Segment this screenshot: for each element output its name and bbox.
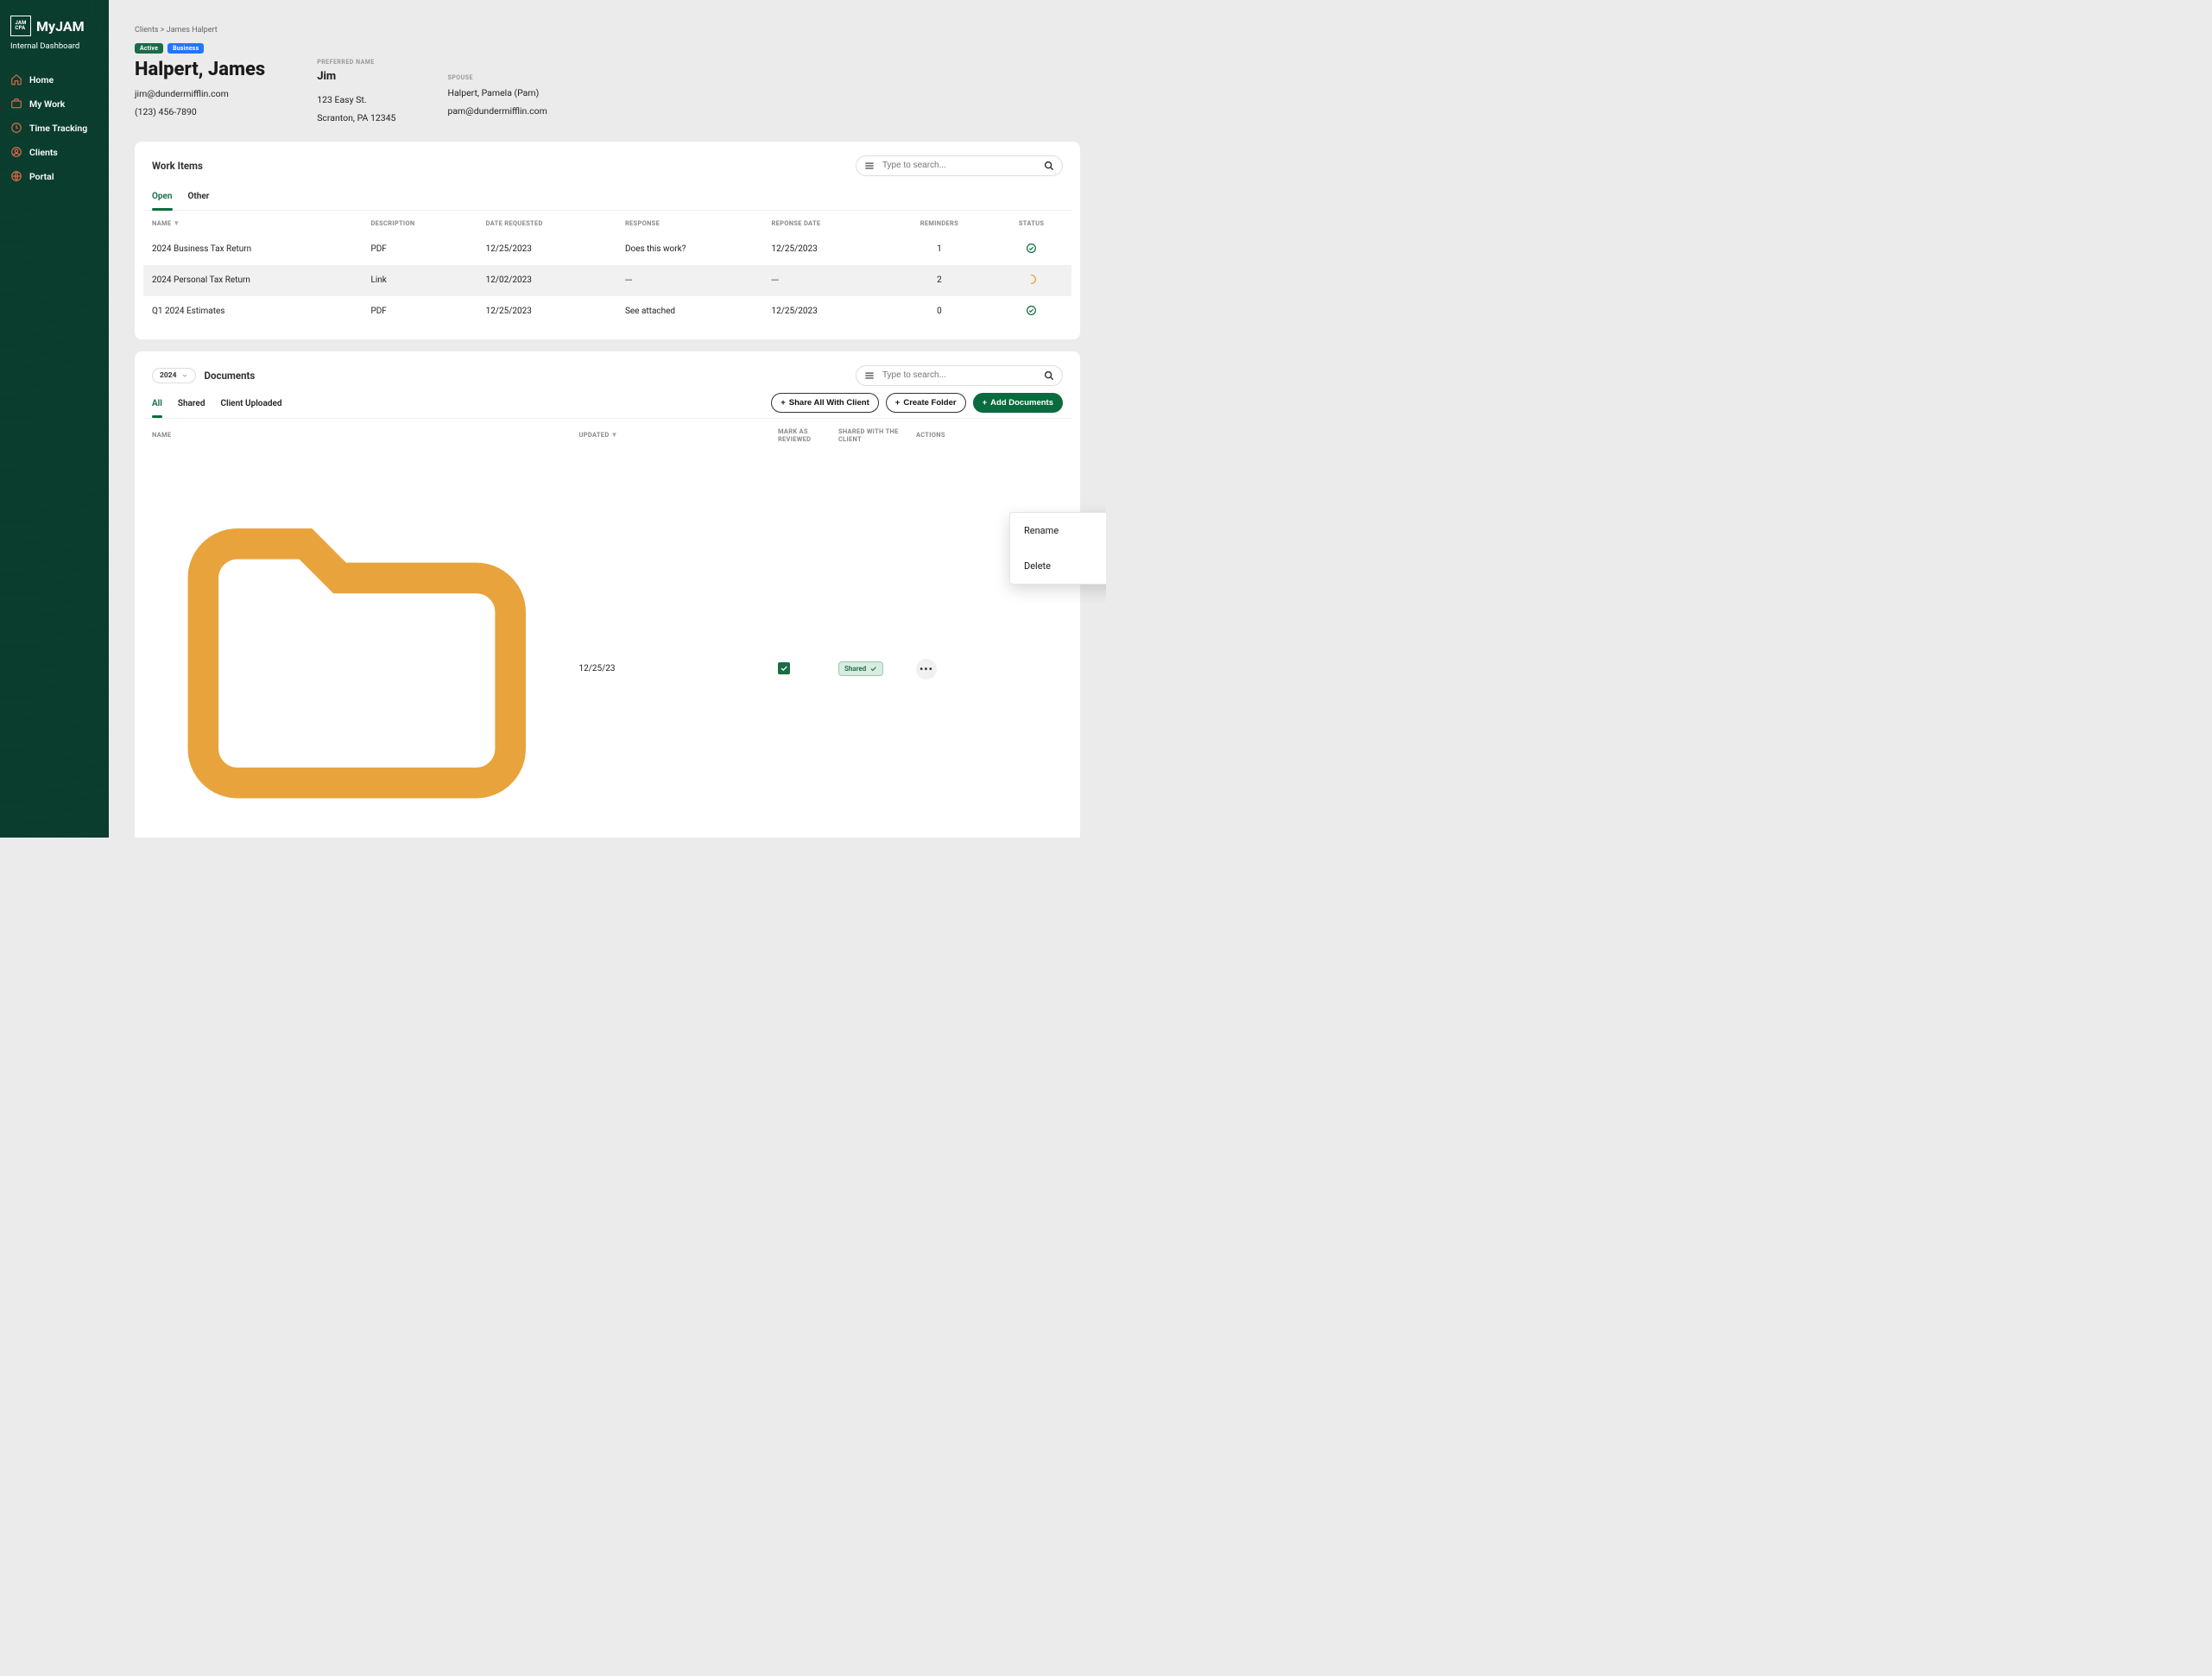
preferred-name: Jim: [317, 70, 395, 83]
year-selector[interactable]: 2024: [152, 368, 196, 383]
col-date-requested[interactable]: DATE REQUESTED: [477, 211, 616, 234]
work-items-title: Work Items: [152, 160, 203, 172]
chevron-down-icon: [181, 372, 188, 379]
clock-icon: [10, 122, 22, 134]
logo: JAMCPA MyJAM: [10, 16, 98, 36]
spouse-name: Halpert, Pamela (Pam): [447, 85, 547, 101]
nav-item-portal[interactable]: Portal: [10, 170, 98, 182]
table-row[interactable]: 2024 Business Tax ReturnPDF12/25/2023Doe…: [143, 234, 1071, 265]
col-updated[interactable]: UPDATED▼: [571, 419, 769, 450]
work-items-card: Work Items Open Other NAME▼ DESCRIPTION …: [135, 142, 1080, 339]
client-header: Halpert, James jim@dundermifflin.com (12…: [135, 59, 1080, 126]
nav-item-time-tracking[interactable]: Time Tracking: [10, 122, 98, 134]
col-description[interactable]: DESCRIPTION: [362, 211, 477, 234]
documents-title: Documents: [205, 370, 256, 382]
nav-item-my-work[interactable]: My Work: [10, 98, 98, 110]
documents-actions: +Share All With Client +Create Folder +A…: [771, 393, 1063, 418]
table-row[interactable]: 2024 Personal Tax ReturnLink12/02/2023--…: [143, 265, 1071, 296]
nav-label: Clients: [29, 147, 58, 158]
client-address-1: 123 Easy St.: [317, 92, 395, 108]
menu-icon[interactable]: [863, 160, 875, 172]
search-input[interactable]: [882, 370, 1036, 380]
col-status[interactable]: STATUS: [991, 211, 1071, 234]
nav-label: Portal: [29, 171, 54, 182]
folder-icon: [152, 459, 562, 838]
share-all-button[interactable]: +Share All With Client: [771, 393, 879, 413]
table-row[interactable]: Tax Year 2024 Uploads and Questionnaire1…: [143, 450, 1071, 838]
tab-other[interactable]: Other: [188, 187, 210, 210]
nav-label: My Work: [29, 98, 65, 110]
documents-search[interactable]: [856, 365, 1063, 386]
logo-text: MyJAM: [36, 18, 85, 35]
client-email: jim@dundermifflin.com: [135, 86, 265, 102]
preferred-name-label: PREFERRED NAME: [317, 59, 395, 66]
col-name[interactable]: NAME▼: [143, 211, 362, 234]
popover-delete[interactable]: Delete: [1010, 548, 1106, 584]
actions-popover: Rename Delete: [1009, 512, 1106, 585]
badge-business: Business: [167, 43, 204, 54]
add-documents-button[interactable]: +Add Documents: [973, 393, 1063, 413]
client-name: Halpert, James: [135, 59, 265, 80]
globe-icon: [10, 170, 22, 182]
status-pending-icon: [1026, 274, 1037, 285]
briefcase-icon: [10, 98, 22, 110]
documents-card: 2024 Documents All Shared Client Uploade…: [135, 351, 1080, 838]
table-row[interactable]: Q1 2024 EstimatesPDF12/25/2023See attach…: [143, 296, 1071, 327]
search-icon[interactable]: [1043, 160, 1055, 172]
work-items-tabs: Open Other: [143, 183, 1071, 211]
tab-open[interactable]: Open: [152, 187, 173, 210]
home-icon: [10, 73, 22, 85]
nav-label: Home: [29, 74, 54, 85]
search-input[interactable]: [882, 161, 1036, 170]
shared-badge[interactable]: Shared: [838, 661, 883, 676]
logo-mark: JAMCPA: [10, 16, 31, 36]
row-actions-button[interactable]: •••: [916, 659, 937, 680]
tab-all[interactable]: All: [152, 394, 162, 417]
col-mark-reviewed[interactable]: MARK AS REVIEWED: [769, 419, 830, 450]
col-reminders[interactable]: REMINDERS: [888, 211, 992, 234]
nav-item-clients[interactable]: Clients: [10, 146, 98, 158]
client-address-2: Scranton, PA 12345: [317, 111, 395, 126]
work-items-table: NAME▼ DESCRIPTION DATE REQUESTED RESPONS…: [143, 211, 1071, 327]
spouse-label: SPOUSE: [447, 74, 547, 81]
col-shared[interactable]: SHARED WITH THE CLIENT: [830, 419, 907, 450]
client-phone: (123) 456-7890: [135, 104, 265, 120]
create-folder-button[interactable]: +Create Folder: [886, 393, 966, 413]
nav-item-home[interactable]: Home: [10, 73, 98, 85]
spouse-email: pam@dundermifflin.com: [447, 104, 547, 119]
col-response[interactable]: RESPONSE: [616, 211, 763, 234]
col-actions[interactable]: ACTIONS: [907, 419, 1071, 450]
tab-shared[interactable]: Shared: [178, 394, 205, 417]
user-circle-icon: [10, 146, 22, 158]
tab-client-uploaded[interactable]: Client Uploaded: [220, 394, 281, 417]
status-ok-icon: [1026, 243, 1037, 254]
reviewed-checkbox[interactable]: [778, 662, 790, 674]
popover-rename[interactable]: Rename: [1010, 513, 1106, 548]
nav: Home My Work Time Tracking Clients Porta…: [10, 73, 98, 182]
sidebar-subtitle: Internal Dashboard: [10, 41, 98, 51]
documents-table: NAME UPDATED▼ MARK AS REVIEWED SHARED WI…: [143, 419, 1071, 838]
menu-icon[interactable]: [863, 370, 875, 382]
badges: Active Business: [135, 43, 1080, 54]
status-ok-icon: [1026, 305, 1037, 316]
breadcrumb[interactable]: Clients > James Halpert: [135, 26, 1080, 35]
nav-label: Time Tracking: [29, 123, 87, 134]
main-content: Clients > James Halpert Active Business …: [109, 0, 1106, 838]
col-name[interactable]: NAME: [143, 419, 571, 450]
col-response-date[interactable]: REPONSE DATE: [763, 211, 888, 234]
search-icon[interactable]: [1043, 370, 1055, 382]
badge-active: Active: [135, 43, 163, 54]
documents-tabs: All Shared Client Uploaded: [152, 394, 771, 417]
sidebar: JAMCPA MyJAM Internal Dashboard Home My …: [0, 0, 109, 838]
work-items-search[interactable]: [856, 155, 1063, 176]
